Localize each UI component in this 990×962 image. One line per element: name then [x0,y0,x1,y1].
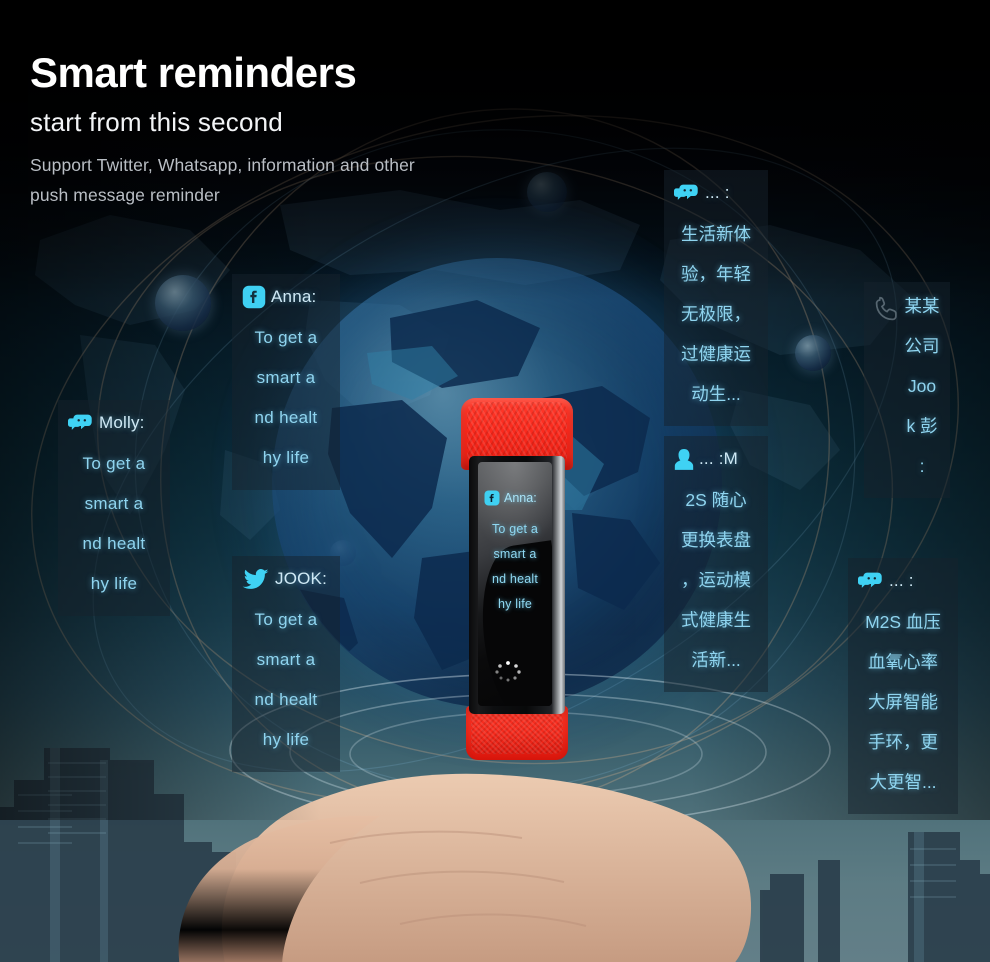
message-sender-name: Molly: [99,413,145,432]
message-sender-name: Anna: [271,287,317,306]
message-sender-name: ... : [889,571,914,590]
message-line: 某某 [904,296,940,316]
screen-message-line: To get a [491,522,539,536]
headline-block: Smart reminders start from this second S… [30,48,650,210]
message-line: : [919,456,925,476]
screen-sender-name: Anna: [504,491,537,505]
message-line: To get a [254,328,318,347]
message-line: 活新... [691,650,741,670]
message-line: To get a [82,454,146,473]
facebook-icon [484,490,500,506]
message-card-cn-contact[interactable]: ... :M 2S 随心 更换表盘 ，运动模 式健康生 活新... [664,436,768,692]
message-line: nd healt [254,408,318,427]
chat-bubble-icon [858,572,882,588]
message-line: 2S 随心 [685,490,747,510]
message-sender-name: ... :M [699,449,738,468]
message-line: 手环，更 [868,732,938,752]
page-title: Smart reminders [30,49,357,96]
message-line: 验，年轻 [681,264,751,284]
message-line: 生活新体 [681,224,751,244]
product-banner: Smart reminders start from this second S… [0,0,990,962]
message-line: 过健康运 [681,344,751,364]
message-line: ，运动模 [681,570,751,590]
message-line: hy life [90,574,138,593]
smart-band-device: Anna: To get a smart a nd healt hy life [455,398,577,760]
message-line: 血氧心率 [868,652,938,672]
screen-message-line: nd healt [491,572,539,586]
message-line: hy life [262,730,310,749]
message-line: nd healt [82,534,146,553]
message-line: 动生... [691,384,741,404]
message-card-molly[interactable]: Molly: To get a smart a nd healt hy life [58,400,170,616]
message-card-cn-top[interactable]: ... : 生活新体 验，年轻 无极限， 过健康运 动生... [664,170,768,426]
message-line: k 彭 [906,416,938,436]
contact-person-icon [674,449,694,470]
chat-bubble-icon [68,414,92,430]
message-sender-name: JOOK: [275,569,328,588]
chat-bubble-icon [674,184,698,200]
message-line: To get a [254,610,318,629]
message-sender-name: ... : [705,183,730,202]
message-line: hy life [262,448,310,467]
message-line: Joo [907,376,937,396]
message-line: 公司 [904,336,940,356]
dot-spinner-icon [495,661,521,682]
page-subtitle: start from this second [30,107,283,137]
message-line: nd healt [254,690,318,709]
screen-message-line: hy life [497,597,533,611]
screen-message-header: Anna: [484,490,546,506]
screen-message-line: smart a [493,547,537,561]
message-card-cn-bottom[interactable]: ... : M2S 血压 血氧心率 大屏智能 手环，更 大更智... [848,558,958,814]
page-description-line-2: push message reminder [30,185,220,205]
device-screen: Anna: To get a smart a nd healt hy life [478,462,552,706]
message-line: smart a [84,494,144,513]
message-line: 大更智... [869,772,937,792]
message-card-anna[interactable]: Anna: To get a smart a nd healt hy life [232,274,340,490]
message-card-jook[interactable]: JOOK: To get a smart a nd healt hy life [232,556,340,772]
message-line: M2S 血压 [865,612,941,632]
message-card-cn-phone[interactable]: 某某 公司 Joo k 彭 : [864,282,950,498]
message-line: 无极限， [681,304,751,324]
message-line: smart a [256,650,316,669]
message-line: smart a [256,368,316,387]
message-line: 更换表盘 [681,530,751,550]
phone-handset-icon [875,296,897,321]
facebook-icon [242,285,266,309]
wristband-strap-bottom [466,706,568,760]
message-line: 式健康生 [681,610,751,630]
message-line: 大屏智能 [868,692,938,712]
page-description-line-1: Support Twitter, Whatsapp, information a… [30,155,415,175]
twitter-icon [242,569,269,589]
